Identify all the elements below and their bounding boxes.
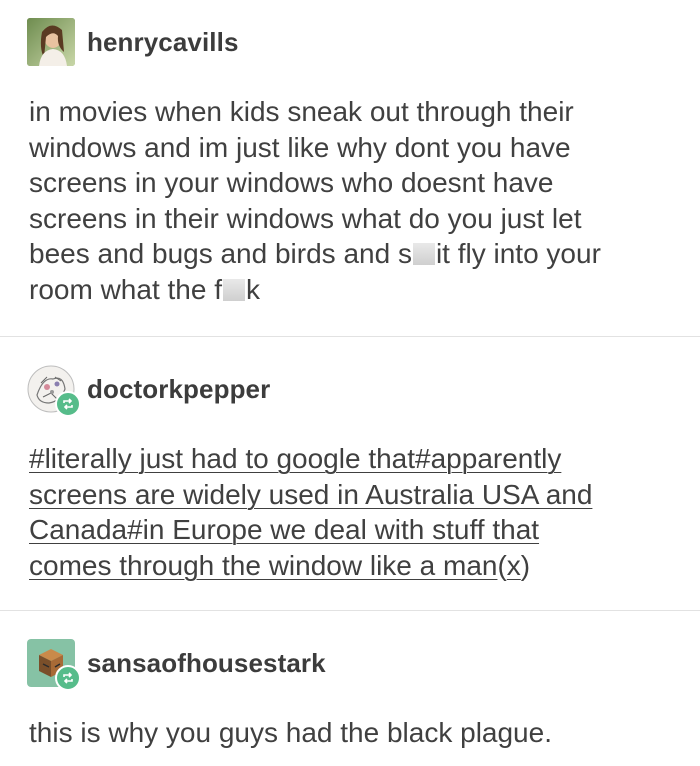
portrait-photo-icon[interactable] bbox=[27, 18, 75, 66]
text-line: this is why you guys had the black plagu… bbox=[29, 717, 552, 748]
tag-link[interactable]: Canada#in Europe we deal with stuff that bbox=[29, 514, 539, 545]
source-link[interactable]: x bbox=[507, 550, 521, 581]
post-doctorkpepper: doctorkpepper #literally just had to goo… bbox=[0, 337, 700, 611]
reblog-icon bbox=[55, 665, 81, 691]
text-fragment: k bbox=[245, 273, 260, 305]
text-line: screens in your windows who doesnt have bbox=[29, 167, 554, 198]
post-text: in movies when kids sneak out through th… bbox=[29, 94, 670, 307]
cube-avatar-icon[interactable] bbox=[27, 639, 81, 691]
text-fragment: it fly into your bbox=[435, 238, 601, 269]
illustration-avatar-icon[interactable] bbox=[27, 365, 81, 417]
username[interactable]: henrycavills bbox=[87, 27, 239, 58]
text-line: screens in their windows what do you jus… bbox=[29, 202, 582, 234]
tag-line[interactable]: Canada#in Europe we deal with stuff that bbox=[29, 512, 670, 548]
censor-blur bbox=[222, 278, 245, 301]
post-tags: #literally just had to google that#appar… bbox=[29, 441, 670, 583]
post-text: this is why you guys had the black plagu… bbox=[29, 715, 670, 751]
reblog-icon bbox=[55, 391, 81, 417]
tag-line[interactable]: screens are widely used in Australia USA… bbox=[29, 477, 670, 513]
tag-link[interactable]: #literally just had to google that#appar… bbox=[29, 443, 561, 474]
text-fragment: room what the f bbox=[29, 273, 222, 305]
text-line: room what the f k bbox=[29, 272, 670, 308]
tag-line[interactable]: #literally just had to google that#appar… bbox=[29, 441, 670, 477]
tag-line[interactable]: comes through the window like a man(x) bbox=[29, 548, 670, 584]
text-line: bees and bugs and birds and s it fly into… bbox=[29, 236, 670, 272]
text-fragment: bees and bugs and birds and s bbox=[29, 238, 412, 269]
post-header: sansaofhousestark bbox=[27, 639, 326, 691]
post-header: henrycavills bbox=[27, 18, 239, 66]
text-line: in movies when kids sneak out through th… bbox=[29, 96, 574, 127]
tag-link[interactable]: comes through the window like a man bbox=[29, 550, 497, 581]
username[interactable]: sansaofhousestark bbox=[87, 648, 326, 679]
post-header: doctorkpepper bbox=[27, 365, 270, 417]
post-sansaofhousestark: sansaofhousestark this is why you guys h… bbox=[0, 611, 700, 766]
post-henrycavills: henrycavills in movies when kids sneak o… bbox=[0, 0, 700, 337]
tag-link[interactable]: screens are widely used in Australia USA… bbox=[29, 479, 592, 510]
censor-blur bbox=[412, 243, 435, 265]
text-line: windows and im just like why dont you ha… bbox=[29, 131, 571, 163]
username[interactable]: doctorkpepper bbox=[87, 374, 270, 405]
